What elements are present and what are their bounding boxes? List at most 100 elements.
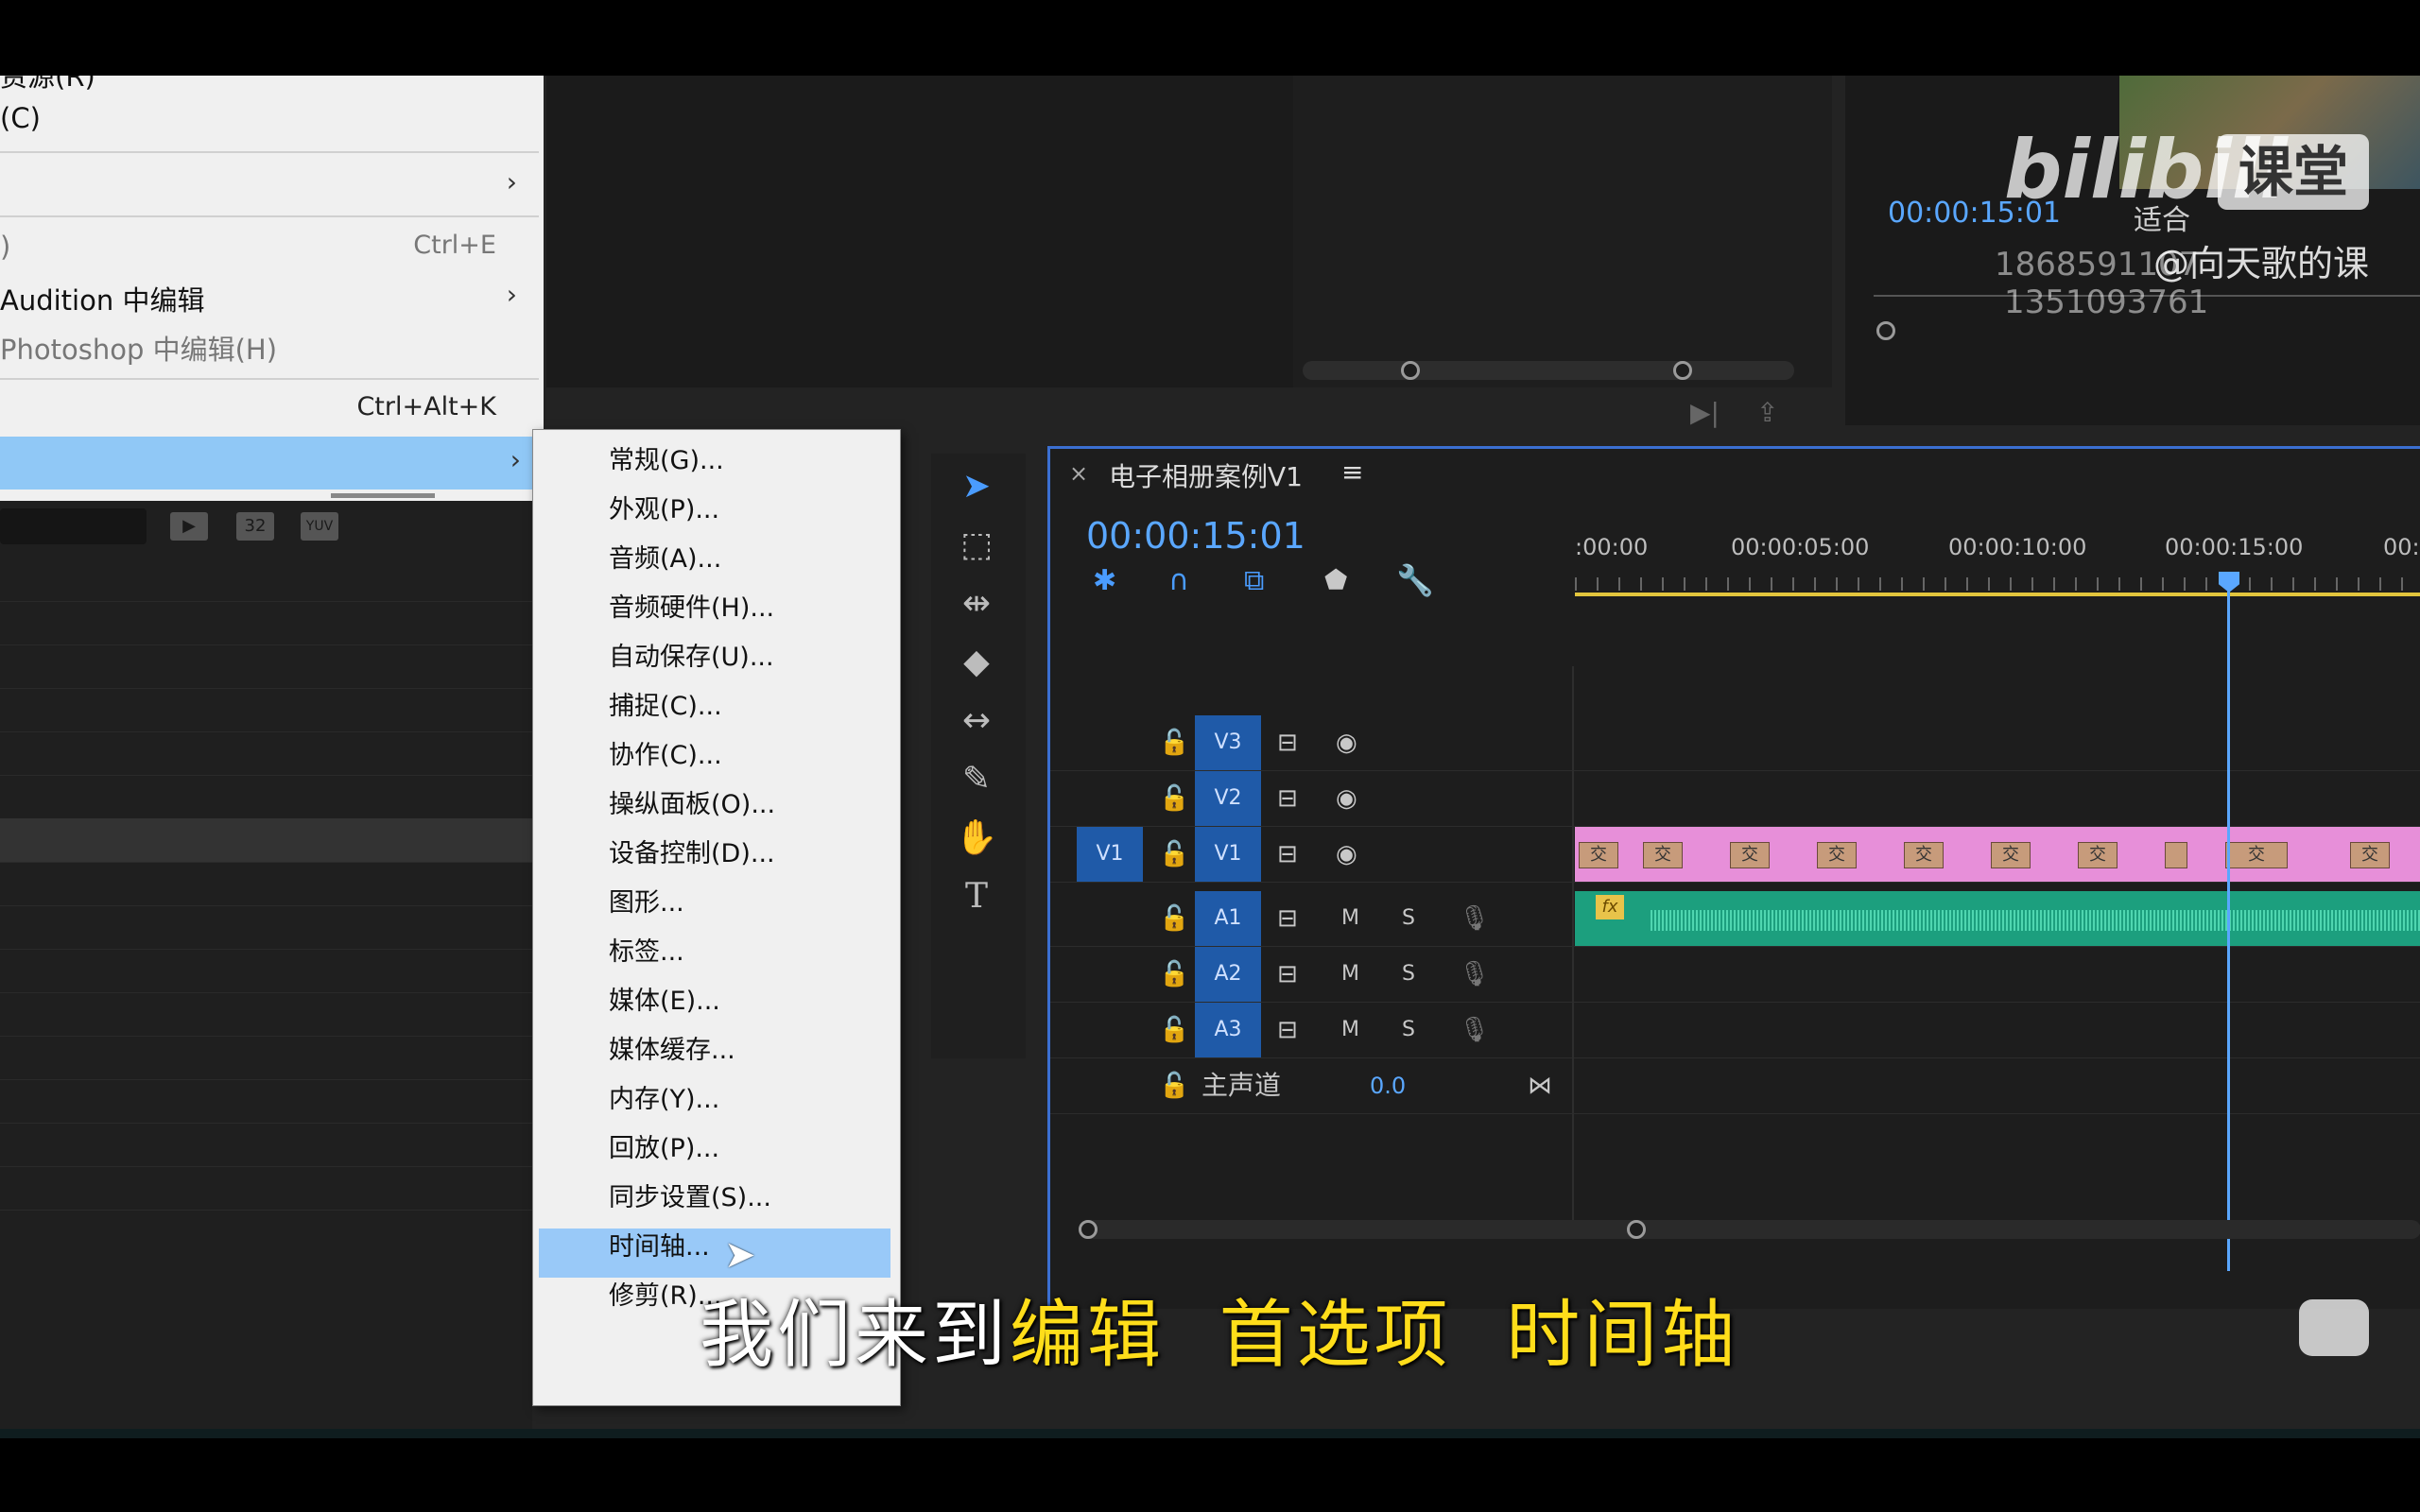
close-icon[interactable]: × bbox=[1069, 460, 1088, 487]
mute-button[interactable]: M bbox=[1341, 1003, 1359, 1057]
lock-icon[interactable]: 🔓 bbox=[1159, 891, 1189, 946]
search-input[interactable] bbox=[0, 508, 147, 544]
mic-icon[interactable]: 🎙 bbox=[1459, 891, 1490, 946]
track-target-v1[interactable]: V1 bbox=[1195, 827, 1261, 882]
mute-button[interactable]: M bbox=[1341, 947, 1359, 1002]
transition[interactable]: 交 bbox=[1643, 842, 1683, 868]
pref-labels[interactable]: 标签... bbox=[609, 931, 684, 968]
list-item[interactable] bbox=[0, 558, 532, 602]
track-target-v2[interactable]: V2 bbox=[1195, 771, 1261, 826]
sequence-tab[interactable]: 电子相册案例V1 bbox=[1109, 456, 1303, 494]
list-item[interactable] bbox=[0, 731, 532, 776]
transition[interactable]: 交 bbox=[2225, 842, 2288, 868]
pref-capture[interactable]: 捕捉(C)... bbox=[609, 685, 722, 722]
transition[interactable]: 交 bbox=[1730, 842, 1770, 868]
bowtie-icon[interactable]: ⋈ bbox=[1528, 1058, 1552, 1113]
transition[interactable]: 交 bbox=[2078, 842, 2118, 868]
pref-timeline[interactable]: 时间轴... bbox=[609, 1226, 710, 1263]
list-item[interactable] bbox=[0, 949, 532, 993]
mute-button[interactable]: M bbox=[1341, 891, 1359, 946]
transition[interactable] bbox=[2165, 842, 2187, 868]
add-marker-icon[interactable]: ⬟ bbox=[1324, 564, 1347, 595]
list-item-selected[interactable] bbox=[0, 818, 532, 863]
audio-clip[interactable]: fx bbox=[1575, 891, 2420, 946]
eye-icon[interactable]: ◉ bbox=[1336, 715, 1357, 770]
lock-icon[interactable]: 🔓 bbox=[1159, 1003, 1189, 1057]
32bit-icon[interactable]: 32 bbox=[236, 512, 274, 541]
menu-item-preferences[interactable]: › bbox=[0, 437, 534, 490]
yuv-icon[interactable]: YUV bbox=[301, 512, 338, 541]
lock-icon[interactable]: 🔓 bbox=[1159, 715, 1189, 770]
list-item[interactable] bbox=[0, 992, 532, 1037]
pen-tool-icon[interactable]: ✎ bbox=[950, 756, 1003, 803]
solo-button[interactable]: S bbox=[1402, 947, 1415, 1002]
list-item[interactable] bbox=[0, 601, 532, 645]
pref-media[interactable]: 媒体(E)... bbox=[609, 980, 720, 1017]
lock-icon[interactable]: 🔓 bbox=[1159, 1058, 1189, 1113]
transition[interactable]: 交 bbox=[1817, 842, 1857, 868]
transition[interactable]: 交 bbox=[1579, 842, 1618, 868]
sync-lock-icon[interactable]: ⊟ bbox=[1277, 1003, 1298, 1057]
track-select-tool-icon[interactable]: ⬚ bbox=[950, 522, 1003, 569]
panel-menu-icon[interactable]: ≡ bbox=[1341, 456, 1363, 488]
list-item[interactable] bbox=[0, 688, 532, 732]
lock-icon[interactable]: 🔓 bbox=[1159, 827, 1189, 882]
transition[interactable]: 交 bbox=[1991, 842, 2031, 868]
scroll-knob-right[interactable] bbox=[1673, 361, 1692, 380]
pref-playback[interactable]: 回放(P)... bbox=[609, 1127, 719, 1164]
program-scroll-knob[interactable] bbox=[1876, 321, 1895, 340]
pref-sync-settings[interactable]: 同步设置(S)... bbox=[609, 1177, 771, 1213]
list-item[interactable] bbox=[0, 1036, 532, 1080]
pref-memory[interactable]: 内存(Y)... bbox=[609, 1078, 719, 1115]
track-target-v3[interactable]: V3 bbox=[1195, 715, 1261, 770]
lock-icon[interactable]: 🔓 bbox=[1159, 947, 1189, 1002]
list-item[interactable] bbox=[0, 1123, 532, 1167]
type-tool-icon[interactable]: T bbox=[950, 873, 1003, 920]
sync-lock-icon[interactable]: ⊟ bbox=[1277, 827, 1298, 882]
eye-icon[interactable]: ◉ bbox=[1336, 771, 1357, 826]
eye-icon[interactable]: ◉ bbox=[1336, 827, 1357, 882]
pref-general[interactable]: 常规(G)... bbox=[609, 439, 724, 476]
sync-lock-icon[interactable]: ⊟ bbox=[1277, 715, 1298, 770]
sync-lock-icon[interactable]: ⊟ bbox=[1277, 891, 1298, 946]
monitor-zoom-scrollbar[interactable] bbox=[1303, 361, 1794, 380]
export-frame-icon[interactable]: ⇪ bbox=[1756, 397, 1778, 428]
list-item[interactable] bbox=[0, 1079, 532, 1124]
linked-selection-icon[interactable]: ⧉ bbox=[1244, 564, 1264, 597]
mic-icon[interactable]: 🎙 bbox=[1459, 947, 1490, 1002]
pref-device-control[interactable]: 设备控制(D)... bbox=[609, 833, 775, 869]
list-item[interactable] bbox=[0, 775, 532, 819]
track-target-a1[interactable]: A1 bbox=[1195, 891, 1261, 946]
scroll-knob-left[interactable] bbox=[1401, 361, 1420, 380]
pref-audio-hardware[interactable]: 音频硬件(H)... bbox=[609, 587, 774, 624]
timeline-timecode[interactable]: 00:00:15:01 bbox=[1086, 515, 1305, 557]
hand-tool-icon[interactable]: ✋ bbox=[950, 815, 1003, 862]
wrench-icon[interactable]: 🔧 bbox=[1396, 562, 1434, 598]
sync-lock-icon[interactable]: ⊟ bbox=[1277, 771, 1298, 826]
lock-icon[interactable]: 🔓 bbox=[1159, 771, 1189, 826]
sync-lock-icon[interactable]: ⊟ bbox=[1277, 947, 1298, 1002]
pref-control-surface[interactable]: 操纵面板(O)... bbox=[609, 783, 775, 820]
step-forward-icon[interactable]: ▶| bbox=[1690, 397, 1720, 428]
pref-appearance[interactable]: 外观(P)... bbox=[609, 489, 719, 525]
transition[interactable]: 交 bbox=[1904, 842, 1944, 868]
magnet-icon[interactable]: ∩ bbox=[1168, 564, 1189, 597]
ripple-edit-tool-icon[interactable]: ⇹ bbox=[950, 580, 1003, 627]
frame-icon[interactable]: ▶ bbox=[170, 512, 208, 541]
pref-media-cache[interactable]: 媒体缓存... bbox=[609, 1029, 735, 1066]
timeline-scrollbar[interactable] bbox=[1079, 1220, 2420, 1239]
source-patch-v1[interactable]: V1 bbox=[1077, 827, 1143, 882]
pref-graphics[interactable]: 图形... bbox=[609, 882, 684, 919]
solo-button[interactable]: S bbox=[1402, 1003, 1415, 1057]
pref-audio[interactable]: 音频(A)... bbox=[609, 538, 721, 575]
master-volume[interactable]: 0.0 bbox=[1370, 1058, 1406, 1113]
transition[interactable]: 交 bbox=[2350, 842, 2390, 868]
snap-icon[interactable]: ✱ bbox=[1093, 564, 1116, 597]
list-item[interactable] bbox=[0, 644, 532, 689]
scroll-knob-right[interactable] bbox=[1627, 1220, 1646, 1239]
timeline-playhead[interactable] bbox=[2227, 576, 2230, 1271]
list-item[interactable] bbox=[0, 1166, 532, 1211]
pref-autosave[interactable]: 自动保存(U)... bbox=[609, 636, 774, 673]
track-target-a2[interactable]: A2 bbox=[1195, 947, 1261, 1002]
work-area-bar[interactable] bbox=[1575, 593, 2420, 596]
